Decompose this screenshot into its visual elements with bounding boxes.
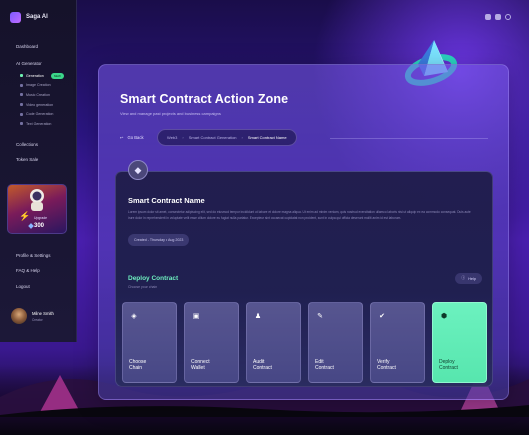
user-role: Creator — [32, 317, 43, 322]
sidebar-subitem-image[interactable]: Image Creation — [20, 81, 64, 91]
new-badge: NEW — [50, 72, 64, 79]
sidebar-item-collections[interactable]: Collections — [16, 142, 38, 147]
deploy-subtitle: Choose your chain — [128, 285, 158, 289]
step-label: Audit Contract — [253, 359, 272, 372]
top-toolbar — [485, 14, 511, 20]
page-subtitle: View and manage past projects and busine… — [120, 111, 221, 116]
help-button[interactable]: ⓘ Help — [455, 273, 482, 284]
sidebar-section-ai-generator[interactable]: AI Generator — [16, 61, 42, 66]
sidebar: Saga AI — [0, 0, 77, 342]
sidebar-subitem-label: Text Generation — [26, 121, 52, 126]
window-icon[interactable] — [485, 14, 491, 20]
chevron-right-icon: › — [182, 135, 184, 140]
contract-card: Smart Contract Name Lorem ipsum dolor si… — [115, 171, 493, 387]
step-label: Deploy Contract — [439, 359, 458, 372]
step-verify-contract[interactable]: ✔ Verify Contract — [370, 302, 425, 383]
dot-icon — [20, 112, 23, 116]
dot-icon — [20, 103, 23, 107]
main-panel: Smart Contract Action Zone View and mana… — [98, 64, 509, 400]
sidebar-subitem-code[interactable]: Code Generation — [20, 109, 64, 119]
verify-icon: ✔ — [379, 313, 385, 320]
sidebar-item-profile-settings[interactable]: Profile & Settings — [16, 253, 51, 258]
ethereum-icon: ◆ — [128, 160, 148, 180]
deploy-icon: ⬢ — [440, 313, 448, 320]
help-label: Help — [468, 276, 476, 281]
notification-icon[interactable] — [505, 14, 511, 20]
upgrade-price: 300 — [34, 223, 45, 229]
sidebar-subitem-label: Image Creation — [26, 83, 51, 88]
page-title: Smart Contract Action Zone — [120, 92, 289, 106]
sidebar-subitem-label: Generation — [26, 73, 44, 78]
sidebar-item-faq[interactable]: FAQ & Help — [16, 268, 40, 273]
sidebar-subitem-music[interactable]: Music Creation — [20, 90, 64, 100]
step-label: Choose Chain — [129, 359, 147, 372]
sidebar-subitem-video[interactable]: Video generation — [20, 100, 64, 110]
app-logo[interactable]: Saga AI — [10, 10, 76, 24]
back-arrow-icon: ↩ — [120, 135, 124, 140]
sidebar-subitem-label: Music Creation — [26, 92, 50, 97]
step-label: Connect Wallet — [191, 359, 210, 372]
gem-icon — [28, 223, 34, 229]
logo-icon — [10, 11, 21, 23]
sidebar-subitem-generation[interactable]: Generation NEW — [20, 71, 64, 81]
app-name: Saga AI — [26, 14, 48, 20]
upgrade-card[interactable]: ⚡ Upgrade 300 — [7, 184, 67, 234]
divider — [330, 138, 488, 139]
upgrade-label: Upgrade — [34, 216, 48, 220]
breadcrumb-item[interactable]: Smart Contract Generation — [189, 135, 237, 140]
sidebar-subitem-label: Video generation — [26, 102, 54, 107]
audit-icon: ♟ — [254, 313, 262, 320]
dot-icon — [20, 74, 23, 78]
user-name: Milne Smith — [32, 310, 54, 316]
lightning-icon: ⚡ — [19, 211, 31, 221]
grid-icon[interactable] — [495, 14, 501, 20]
step-choose-chain[interactable]: ◈ Choose Chain — [122, 302, 177, 383]
dot-icon — [20, 83, 23, 87]
breadcrumb: Web3 › Smart Contract Generation › Smart… — [157, 129, 297, 146]
sidebar-item-dashboard[interactable]: Dashboard — [16, 44, 38, 49]
astronaut-icon — [30, 189, 44, 211]
sidebar-item-logout[interactable]: Logout — [16, 284, 30, 289]
dot-icon — [20, 93, 23, 97]
user-profile[interactable]: Milne Smith Creator — [11, 308, 54, 324]
created-date-badge: Created - Thursday • Aug 2023 — [128, 234, 190, 246]
edit-icon: ✎ — [317, 313, 323, 320]
contract-description: Lorem ipsum dolor sit amet, consectetur … — [128, 210, 471, 220]
step-label: Edit Contract — [315, 359, 334, 372]
step-edit-contract[interactable]: ✎ Edit Contract — [308, 302, 363, 383]
sidebar-item-token-sale[interactable]: Token Sale — [16, 157, 38, 162]
deploy-title: Deploy Contract — [128, 275, 179, 282]
go-back-button[interactable]: ↩ Go Back — [120, 135, 144, 140]
breadcrumb-current: Smart Contract Name — [247, 135, 287, 140]
avatar — [11, 308, 27, 324]
wallet-icon: ▣ — [192, 313, 200, 320]
step-connect-wallet[interactable]: ▣ Connect Wallet — [184, 302, 239, 383]
step-audit-contract[interactable]: ♟ Audit Contract — [246, 302, 301, 383]
sidebar-subitem-text[interactable]: Text Generation — [20, 119, 64, 129]
chain-icon: ◈ — [131, 313, 137, 320]
go-back-label: Go Back — [127, 135, 144, 140]
sidebar-subitem-label: Code Generation — [26, 112, 54, 117]
sidebar-sublist: Generation NEW Image Creation Music Crea… — [20, 71, 64, 129]
chevron-right-icon: › — [241, 135, 243, 140]
step-label: Verify Contract — [377, 359, 396, 372]
deploy-steps: ◈ Choose Chain ▣ Connect Wallet ♟ Audit … — [122, 302, 487, 383]
step-deploy-contract[interactable]: ⬢ Deploy Contract — [432, 302, 487, 383]
dot-icon — [20, 122, 23, 126]
contract-name: Smart Contract Name — [128, 196, 205, 205]
info-icon: ⓘ — [461, 276, 466, 280]
breadcrumb-item[interactable]: Web3 — [167, 135, 177, 140]
